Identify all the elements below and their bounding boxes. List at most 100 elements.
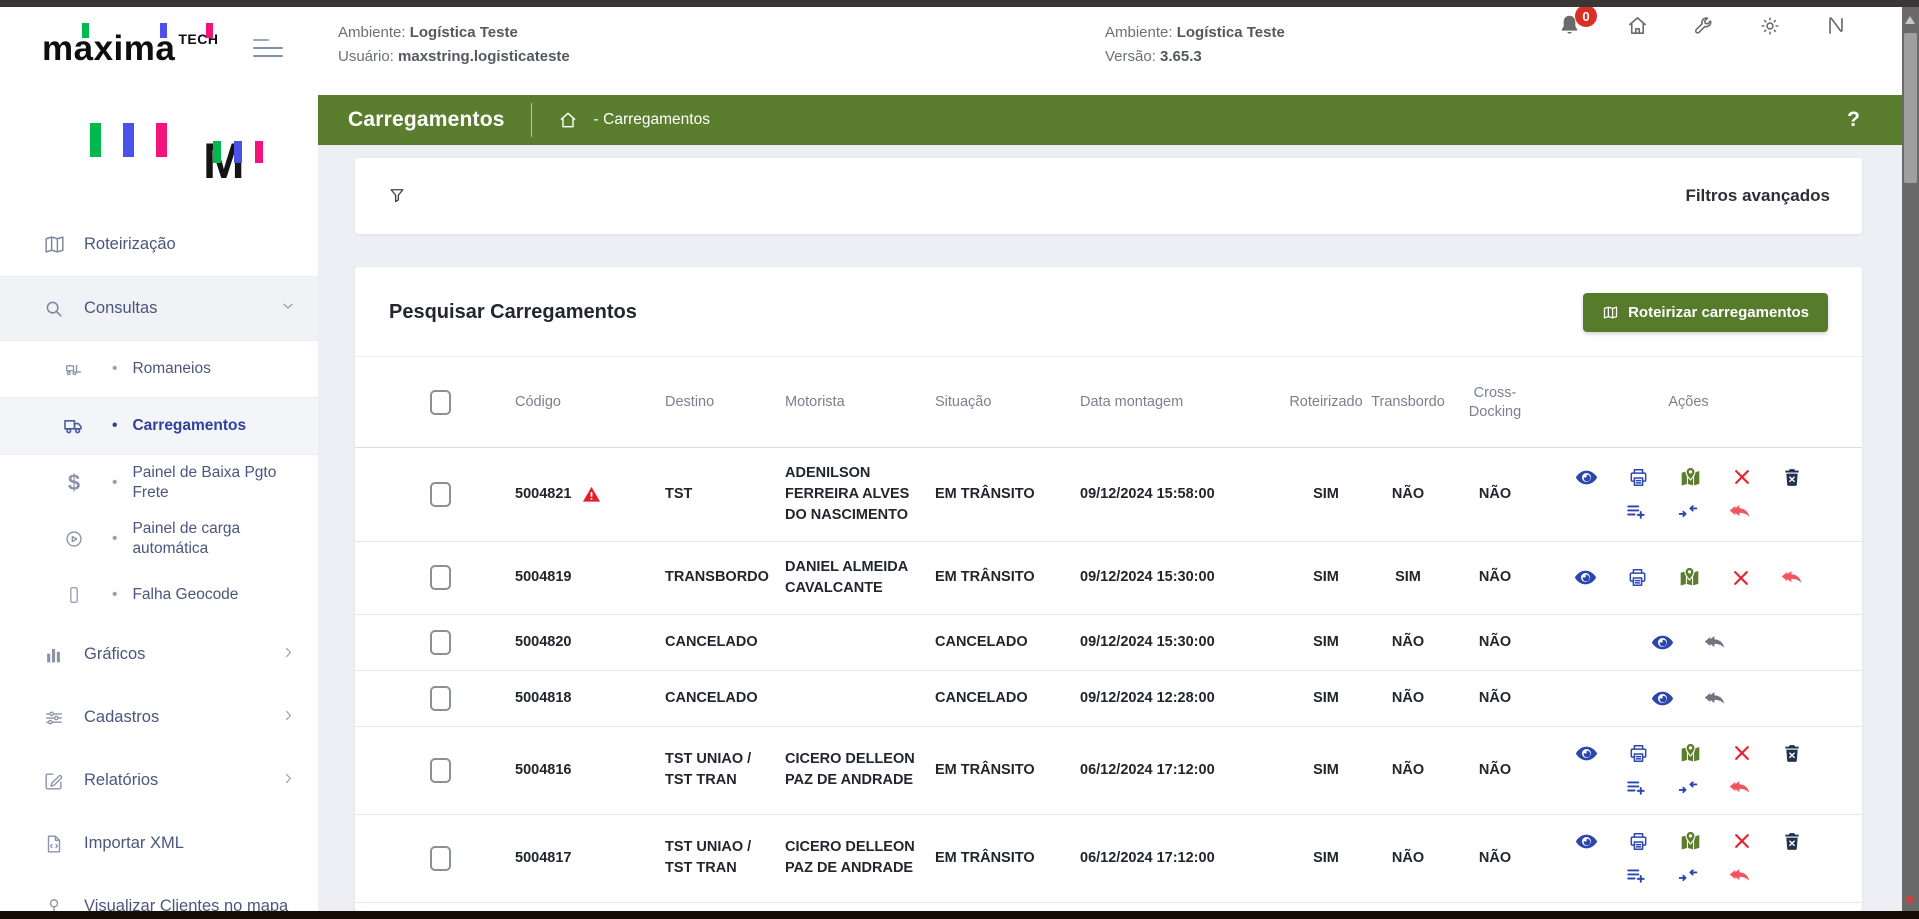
revert-icon[interactable]	[1781, 566, 1804, 589]
scrollbar-thumb[interactable]	[1904, 33, 1917, 183]
sidebar-item-painel-de-baixa-pgto-frete[interactable]: $•Painel de Baixa Pgto Frete	[0, 455, 318, 511]
help-button[interactable]: ?	[1847, 108, 1872, 132]
delete-icon[interactable]	[1782, 467, 1802, 487]
vertical-scrollbar[interactable]	[1902, 7, 1919, 919]
sidebar-item-falha-geocode[interactable]: •Falha Geocode	[0, 567, 318, 623]
route-on-map-icon[interactable]	[1679, 466, 1702, 489]
column-header-roteirizado[interactable]: Roteirizado	[1285, 393, 1367, 412]
route-on-map-icon[interactable]	[1679, 742, 1702, 765]
nimbi-logo-icon[interactable]	[1825, 15, 1847, 37]
cancel-icon[interactable]	[1732, 743, 1752, 763]
column-header-cross-docking[interactable]: Cross-Docking	[1449, 384, 1541, 422]
column-header-situacao[interactable]: Situação	[935, 393, 1080, 412]
sidebar-item-label: Importar XML	[84, 833, 296, 854]
delete-icon[interactable]	[1782, 831, 1802, 851]
print-icon[interactable]	[1628, 831, 1649, 852]
sidebar-item-carregamentos[interactable]: •Carregamentos	[0, 398, 318, 455]
sidebar-item-roteirizacao[interactable]: Roteirização	[0, 213, 318, 277]
title-divider	[531, 103, 532, 137]
sidebar-item-relatorios[interactable]: Relatórios	[0, 749, 318, 812]
version-number: 3.65.3	[1160, 48, 1202, 65]
roteirizado-flag: SIM	[1285, 632, 1367, 653]
add-to-list-icon[interactable]	[1625, 500, 1647, 522]
codigo-value: 5004819	[515, 567, 571, 588]
gear-icon[interactable]	[1759, 15, 1781, 37]
transbordo-flag: NÃO	[1367, 484, 1449, 505]
column-header-transbordo[interactable]: Transbordo	[1367, 393, 1449, 412]
sidebar-item-painel-de-carga-automatica[interactable]: •Painel de carga automática	[0, 511, 318, 567]
breadcrumb-home-icon[interactable]	[558, 110, 578, 130]
select-all-checkbox[interactable]	[430, 390, 451, 415]
sidebar-item-romaneios[interactable]: •Romaneios	[0, 341, 318, 398]
revert-icon[interactable]	[1729, 500, 1752, 523]
environment-version-info: Ambiente: Logística Teste Versão: 3.65.3	[1105, 21, 1285, 69]
sidebar-item-visualizar-clientes-no-mapa[interactable]: Visualizar Clientes no mapa	[0, 875, 318, 911]
row-checkbox[interactable]	[430, 758, 451, 783]
route-loads-button[interactable]: Roteirizar carregamentos	[1583, 293, 1828, 332]
cross-docking-flag: NÃO	[1449, 484, 1541, 505]
merge-icon[interactable]	[1677, 776, 1699, 798]
column-header-data-montagem[interactable]: Data montagem	[1080, 393, 1285, 412]
scroll-down-arrow-icon[interactable]	[1905, 897, 1915, 905]
view-icon[interactable]	[1575, 830, 1598, 853]
home-icon[interactable]	[1626, 14, 1649, 37]
carregamento-row-5004820: 5004820CANCELADOCANCELADO09/12/2024 15:3…	[355, 615, 1862, 671]
logo-accent-pink	[206, 23, 213, 38]
revert-icon[interactable]	[1729, 776, 1752, 799]
delete-icon[interactable]	[1782, 743, 1802, 763]
scroll-up-arrow-icon[interactable]	[1905, 16, 1915, 24]
sidebar-item-importar-xml[interactable]: Importar XML	[0, 812, 318, 875]
add-to-list-icon[interactable]	[1625, 776, 1647, 798]
merge-icon[interactable]	[1677, 864, 1699, 886]
sidebar-item-label: Consultas	[84, 298, 280, 319]
row-checkbox[interactable]	[430, 630, 451, 655]
print-icon[interactable]	[1627, 567, 1648, 588]
sidebar-toggle-button[interactable]	[253, 39, 283, 63]
view-icon[interactable]	[1651, 687, 1674, 710]
window-bottom-edge	[0, 911, 1919, 919]
column-header-codigo[interactable]: Código	[515, 393, 665, 412]
sidebar-item-cadastros[interactable]: Cadastros	[0, 686, 318, 749]
warning-icon[interactable]	[582, 485, 601, 504]
logo-bars-icon	[90, 123, 167, 157]
row-checkbox[interactable]	[430, 686, 451, 711]
revert-icon[interactable]	[1704, 631, 1727, 654]
cross-docking-flag: NÃO	[1449, 567, 1541, 588]
revert-icon[interactable]	[1704, 687, 1727, 710]
column-header-destino[interactable]: Destino	[665, 393, 785, 412]
view-icon[interactable]	[1575, 742, 1598, 765]
transbordo-flag: SIM	[1367, 567, 1449, 588]
notifications-bell-icon[interactable]: 0	[1557, 13, 1582, 38]
wrench-icon[interactable]	[1693, 15, 1715, 37]
revert-icon[interactable]	[1729, 864, 1752, 887]
column-header-acoes[interactable]: Ações	[1541, 393, 1836, 412]
add-to-list-icon[interactable]	[1625, 864, 1647, 886]
row-checkbox[interactable]	[430, 846, 451, 871]
maxima-tech-logo[interactable]: maxima TECH	[42, 29, 219, 69]
header-icon-bar: 0	[1557, 13, 1847, 38]
cancel-icon[interactable]	[1732, 467, 1752, 487]
view-icon[interactable]	[1651, 631, 1674, 654]
sidebar-item-graficos[interactable]: Gráficos	[0, 623, 318, 686]
carregamento-row-5004818: 5004818CANCELADOCANCELADO09/12/2024 12:2…	[355, 671, 1862, 727]
view-icon[interactable]	[1574, 566, 1597, 589]
route-on-map-icon[interactable]	[1679, 830, 1702, 853]
sidebar-item-label: Romaneios	[132, 359, 296, 379]
card-title: Pesquisar Carregamentos	[389, 301, 637, 324]
print-icon[interactable]	[1628, 743, 1649, 764]
sidebar-item-consultas[interactable]: Consultas	[0, 277, 318, 341]
row-checkbox[interactable]	[430, 482, 451, 507]
roteirizado-flag: SIM	[1285, 760, 1367, 781]
view-icon[interactable]	[1575, 466, 1598, 489]
advanced-filters-toggle[interactable]: Filtros avançados	[1685, 186, 1830, 206]
filter-funnel-icon[interactable]	[387, 186, 407, 206]
chevron-right-icon	[281, 645, 296, 665]
cancel-icon[interactable]	[1732, 831, 1752, 851]
cancel-icon[interactable]	[1731, 568, 1751, 588]
row-checkbox[interactable]	[430, 565, 451, 590]
codigo-value: 5004821	[515, 484, 571, 505]
print-icon[interactable]	[1628, 467, 1649, 488]
route-on-map-icon[interactable]	[1678, 566, 1701, 589]
column-header-motorista[interactable]: Motorista	[785, 393, 935, 412]
merge-icon[interactable]	[1677, 500, 1699, 522]
